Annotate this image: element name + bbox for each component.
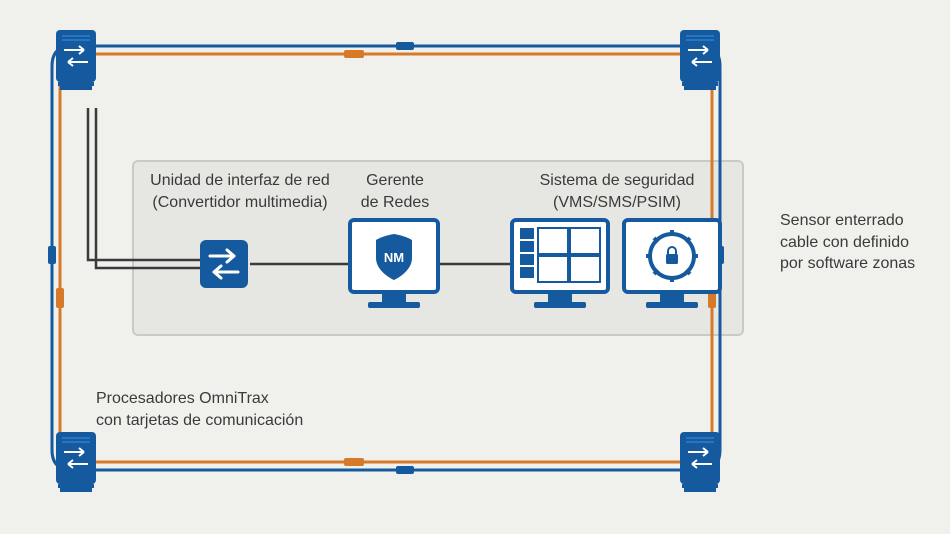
processor-top-right bbox=[680, 30, 720, 90]
security-label: Sistema de seguridad (VMS/SMS/PSIM) bbox=[510, 170, 724, 213]
nm-label: Gerente de Redes bbox=[350, 170, 440, 213]
niu-label: Unidad de interfaz de red (Convertidor m… bbox=[140, 170, 340, 213]
nm-badge-text: NM bbox=[384, 250, 404, 265]
nm-monitor-icon: NM bbox=[350, 220, 438, 308]
processors-label: Procesadores OmniTrax con tarjetas de co… bbox=[96, 388, 356, 431]
niu-icon bbox=[200, 240, 248, 288]
processor-bottom-left bbox=[56, 432, 96, 492]
processor-top-left bbox=[56, 30, 96, 90]
sensor-label: Sensor enterrado cable con definido por … bbox=[780, 210, 940, 275]
vms-monitor-icon bbox=[512, 220, 608, 308]
processor-bottom-right bbox=[680, 432, 720, 492]
psim-monitor-icon bbox=[624, 220, 720, 308]
